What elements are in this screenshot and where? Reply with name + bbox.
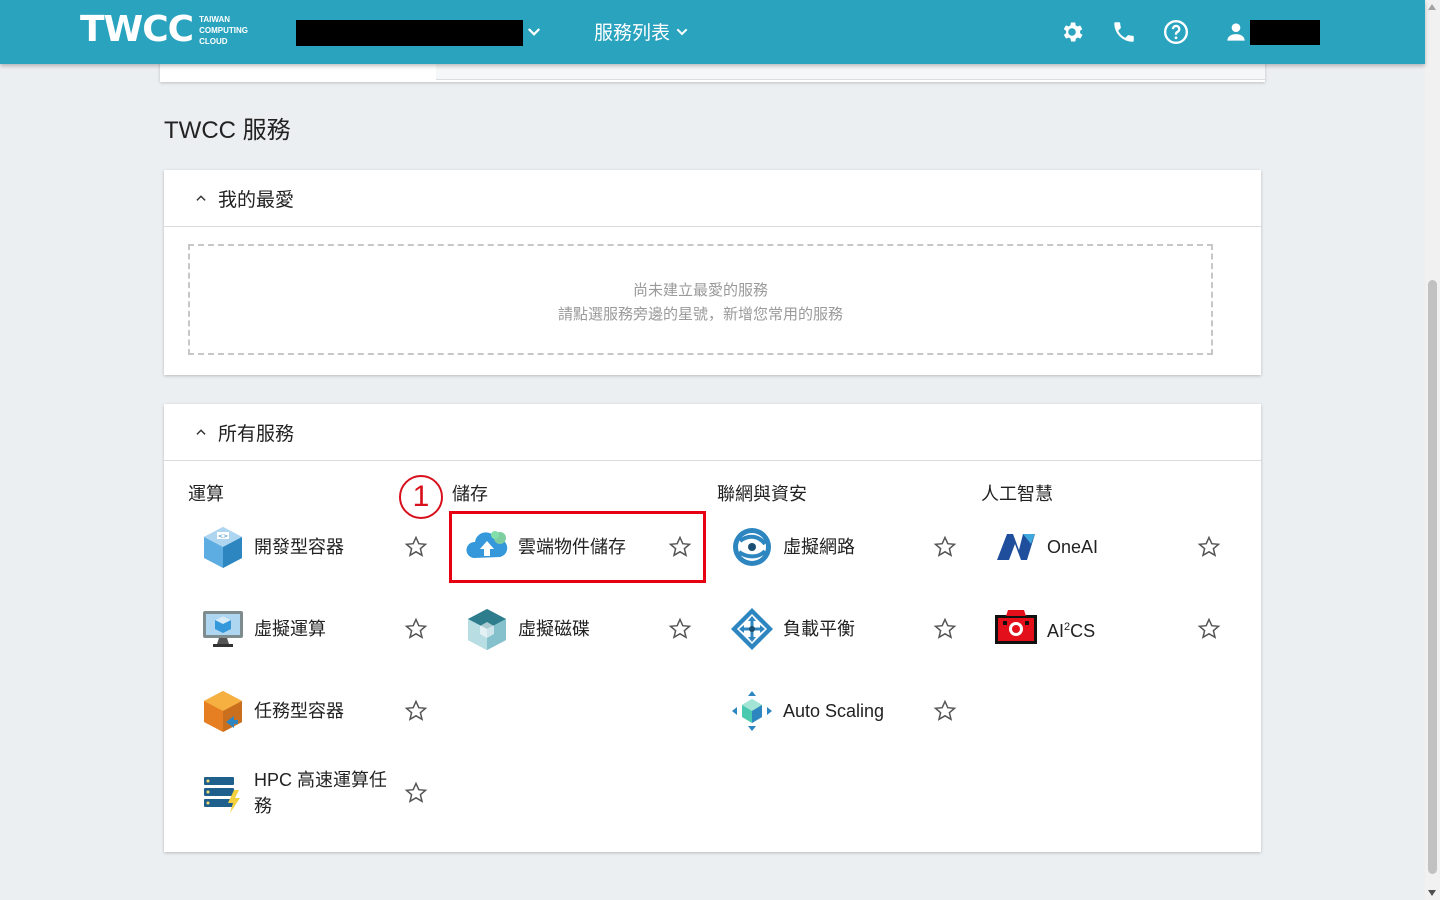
- phone-icon[interactable]: [1111, 19, 1137, 45]
- top-navbar: TWCC TAIWAN COMPUTING CLOUD 服務列表: [0, 0, 1425, 64]
- service-item-cloud-object-storage[interactable]: 雲端物件儲存: [452, 517, 692, 577]
- gear-icon[interactable]: [1059, 19, 1085, 45]
- star-icon[interactable]: [933, 535, 957, 559]
- service-item-oneai[interactable]: OneAI: [981, 517, 1221, 577]
- service-list-menu[interactable]: 服務列表: [594, 18, 690, 45]
- star-icon[interactable]: [404, 781, 428, 805]
- chevron-up-icon: [196, 195, 206, 201]
- service-item-load-balancer[interactable]: 負載平衡: [717, 599, 957, 659]
- service-label: 虛擬運算: [254, 619, 326, 639]
- category-ai: 人工智慧: [981, 484, 1053, 504]
- service-item-dev-container[interactable]: <> 開發型容器: [188, 517, 428, 577]
- service-item-job-container[interactable]: 任務型容器: [188, 681, 428, 741]
- star-icon[interactable]: [1197, 535, 1221, 559]
- service-list-label: 服務列表: [594, 23, 671, 44]
- all-services-title: 所有服務: [218, 423, 295, 445]
- service-item-ai2cs[interactable]: AI2CS: [981, 599, 1221, 659]
- star-icon[interactable]: [404, 535, 428, 559]
- favorites-title: 我的最愛: [218, 189, 295, 211]
- category-storage: 儲存: [452, 484, 488, 504]
- service-label: AI2CS: [1047, 621, 1096, 641]
- star-icon[interactable]: [933, 699, 957, 723]
- category-networking-security: 聯網與資安: [717, 484, 807, 504]
- ai2cs-icon: [995, 610, 1037, 644]
- service-label: 開發型容器: [254, 537, 344, 557]
- help-icon[interactable]: [1163, 19, 1189, 45]
- star-icon[interactable]: [404, 699, 428, 723]
- all-services-panel: 所有服務 運算 儲存 聯網與資安 人工智慧 1 <> 開發型容器 虛擬運算 任務…: [164, 404, 1261, 852]
- scroll-up-arrow[interactable]: [1428, 4, 1436, 10]
- service-item-virtual-disk[interactable]: 虛擬磁碟: [452, 599, 692, 659]
- virtual-disk-icon: [468, 609, 506, 650]
- load-balancer-icon: [731, 608, 773, 650]
- star-icon[interactable]: [404, 617, 428, 641]
- logo-wordmark: TWCC: [80, 9, 194, 50]
- service-label: 負載平衡: [783, 619, 855, 639]
- service-label: 虛擬網路: [783, 537, 855, 557]
- svg-text:<>: <>: [218, 533, 228, 540]
- page-scrollbar[interactable]: [1425, 0, 1440, 900]
- star-icon[interactable]: [933, 617, 957, 641]
- service-item-hpc-job[interactable]: HPC 高速運算任務: [188, 763, 428, 823]
- logo-subtitle: TAIWAN COMPUTING CLOUD: [199, 14, 248, 46]
- favorites-empty-state: 尚未建立最愛的服務 請點選服務旁邊的星號，新增您常用的服務: [188, 244, 1213, 355]
- project-selector-redacted[interactable]: [296, 20, 523, 46]
- all-services-header[interactable]: 所有服務: [164, 404, 1261, 461]
- service-item-auto-scaling[interactable]: Auto Scaling: [717, 681, 957, 741]
- cloud-object-storage-icon: [466, 531, 508, 558]
- service-label: OneAI: [1047, 537, 1099, 557]
- virtual-compute-icon: [203, 611, 243, 647]
- chevron-up-icon: [196, 429, 206, 435]
- service-item-virtual-network[interactable]: 虛擬網路: [717, 517, 957, 577]
- oneai-icon: [997, 534, 1035, 560]
- user-icon[interactable]: [1223, 19, 1249, 45]
- step-marker: 1: [399, 475, 443, 519]
- twcc-logo[interactable]: TWCC TAIWAN COMPUTING CLOUD: [80, 10, 248, 50]
- job-container-icon: [204, 691, 242, 732]
- star-icon[interactable]: [668, 617, 692, 641]
- dev-container-icon: <>: [204, 527, 242, 568]
- hpc-job-icon: [204, 777, 240, 813]
- favorites-panel: 我的最愛 尚未建立最愛的服務 請點選服務旁邊的星號，新增您常用的服務: [164, 170, 1261, 375]
- service-label: 虛擬磁碟: [518, 619, 590, 639]
- chevron-down-icon: [676, 28, 688, 35]
- virtual-network-icon: [733, 528, 771, 566]
- service-label: HPC 高速運算任務: [254, 770, 388, 816]
- service-label: 任務型容器: [254, 701, 344, 721]
- username-redacted[interactable]: [1250, 20, 1320, 45]
- star-icon[interactable]: [1197, 617, 1221, 641]
- service-label: 雲端物件儲存: [518, 537, 626, 557]
- auto-scaling-icon: [732, 691, 772, 731]
- star-icon[interactable]: [668, 535, 692, 559]
- scroll-down-arrow[interactable]: [1428, 890, 1436, 896]
- page-title: TWCC 服務: [164, 117, 291, 144]
- favorites-header[interactable]: 我的最愛: [164, 170, 1261, 227]
- chevron-down-icon[interactable]: [525, 23, 543, 41]
- service-label: Auto Scaling: [783, 701, 885, 721]
- service-item-virtual-compute[interactable]: 虛擬運算: [188, 599, 428, 659]
- scroll-thumb[interactable]: [1428, 280, 1437, 874]
- category-compute: 運算: [188, 484, 224, 504]
